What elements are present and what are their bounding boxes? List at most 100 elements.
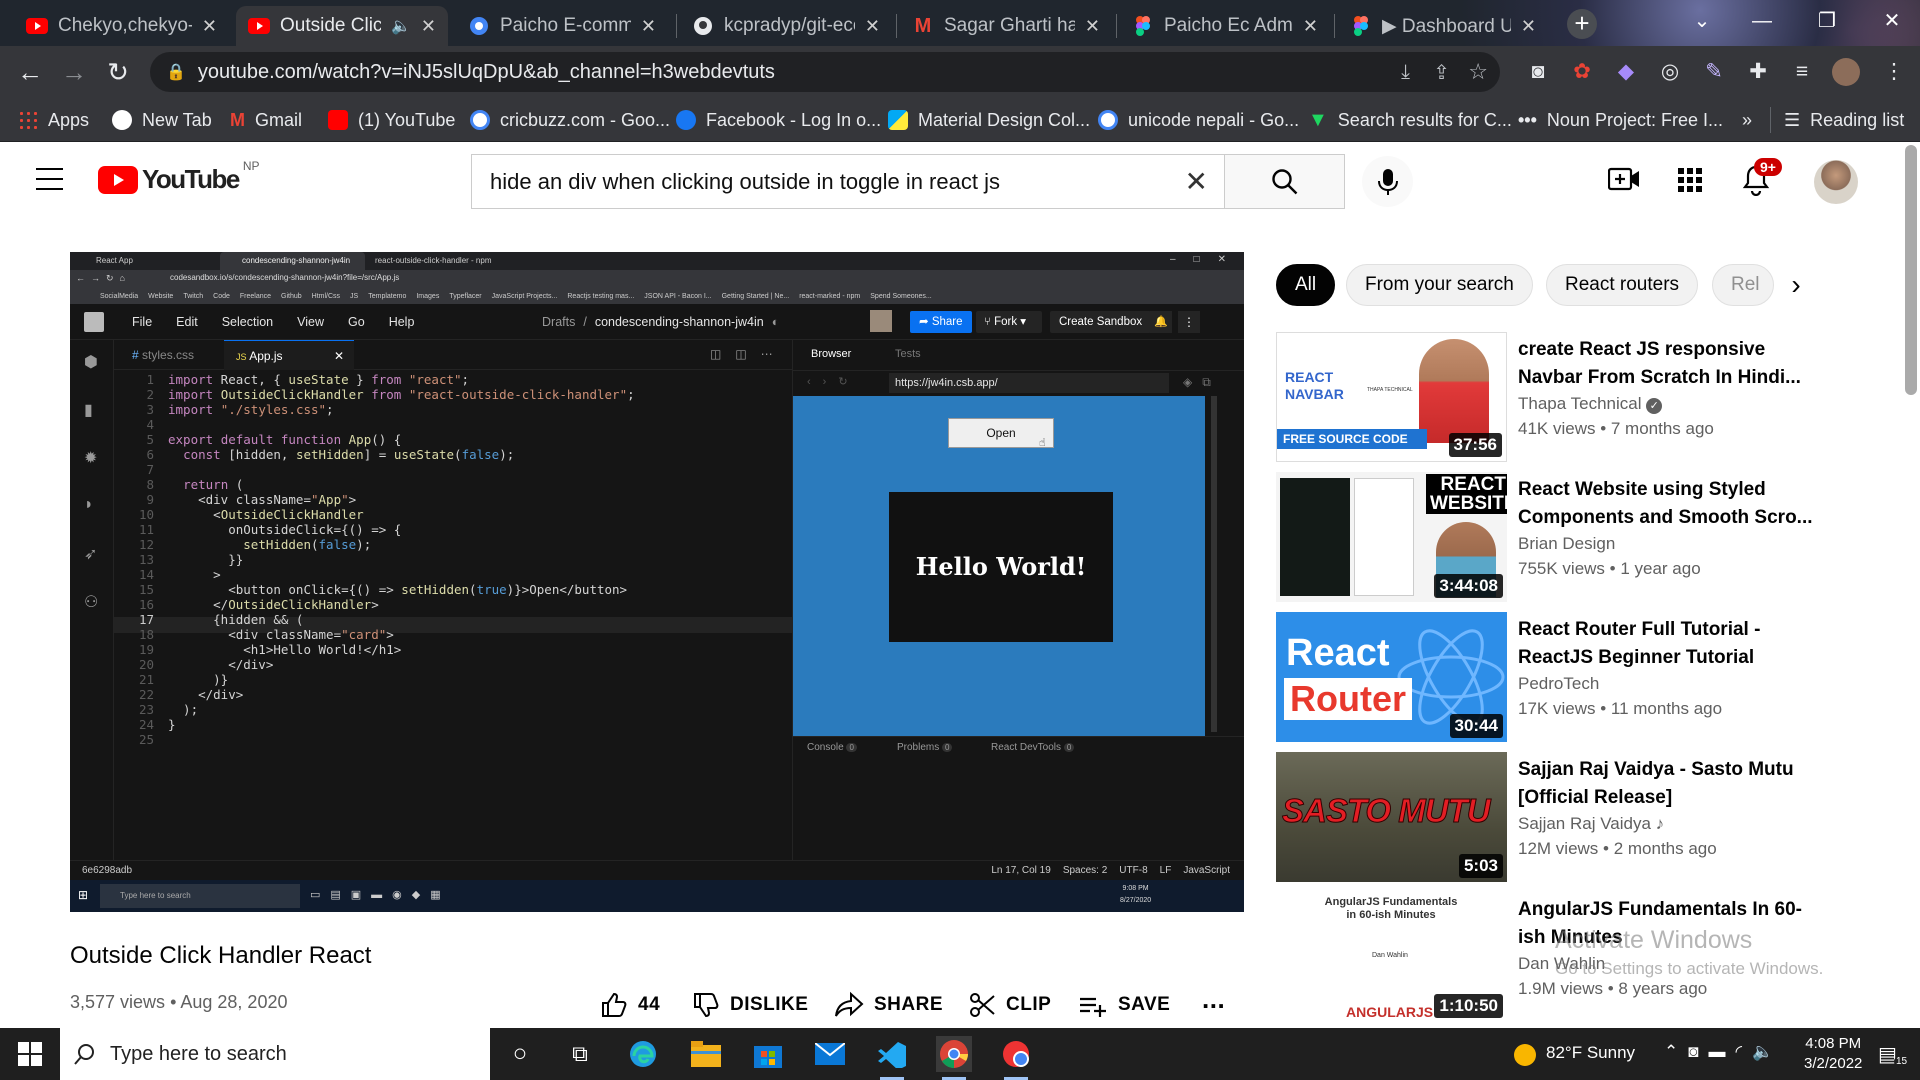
frame-bookmark[interactable]: SocialMedia (100, 293, 138, 300)
bookmark-material-design[interactable]: Material Design Col... (888, 98, 1090, 142)
frame-bookmark[interactable]: Twitch (183, 293, 203, 300)
bookmark-noun-project[interactable]: ••• Noun Project: Free I... (1518, 98, 1723, 142)
tab-problems[interactable]: Problems 0 (897, 742, 953, 753)
preview-nav-icons[interactable]: ‹›↻ (807, 375, 860, 388)
recommendation-title[interactable]: React Website using Styled Components an… (1518, 476, 1818, 532)
tray-icons[interactable]: ⌃◙▬◜🔈 (1664, 1042, 1783, 1062)
share-video-button[interactable]: SHARE (834, 990, 943, 1020)
media-control-icon[interactable]: ≡ (1788, 58, 1816, 86)
taskbar-search-input[interactable]: Type here to search (60, 1028, 490, 1080)
chip-rel[interactable]: Rel (1712, 264, 1774, 306)
video-thumbnail[interactable]: REACT NAVBAR THAPA TECHNICAL FREE SOURCE … (1276, 332, 1507, 462)
back-icon[interactable]: ← (10, 52, 50, 92)
settings-icon[interactable]: ✹ (84, 448, 97, 468)
tab-search-icon[interactable]: ⌄ (1675, 0, 1729, 42)
status-item[interactable]: LF (1160, 865, 1172, 876)
frame-bookmark[interactable]: Typeflacer (449, 293, 481, 300)
recommendation-item[interactable]: SASTO MUTU 5:03 Sajjan Raj Vaidya - Sast… (1276, 752, 1906, 882)
status-item[interactable]: UTF-8 (1119, 865, 1147, 876)
menu-item[interactable]: Help (389, 315, 415, 329)
recommendation-title[interactable]: React Router Full Tutorial - ReactJS Beg… (1518, 616, 1818, 672)
status-item[interactable]: Ln 17, Col 19 (991, 865, 1051, 876)
clear-search-icon[interactable]: ✕ (1185, 165, 1208, 198)
windows-start-icon[interactable] (12, 1036, 48, 1072)
close-tab-icon[interactable]: ✕ (1303, 16, 1318, 37)
close-tab-icon[interactable]: ✕ (865, 16, 880, 37)
channel-name[interactable]: Brian Design (1518, 534, 1615, 554)
recommendation-item[interactable]: React Router 30:44 React Router Full Tut… (1276, 612, 1906, 742)
tab-browser[interactable]: Browser (811, 348, 851, 360)
task-view-icon[interactable]: ⧉ (562, 1036, 598, 1072)
weather-sun-icon[interactable] (1514, 1044, 1536, 1066)
frame-bookmark[interactable]: Code (213, 293, 230, 300)
share-page-icon[interactable]: ⇪ (1433, 60, 1450, 85)
more-actions-icon[interactable]: ... (1202, 984, 1225, 1014)
preview-scrollbar[interactable] (1211, 396, 1217, 732)
frame-bookmark[interactable]: Images (416, 293, 439, 300)
minimize-button[interactable]: — (1735, 0, 1789, 42)
tab-app-js[interactable]: JS App.js ✕ (224, 340, 354, 370)
preview-frame[interactable]: Open ☝ Hello World! (793, 396, 1205, 736)
file-icon[interactable]: ▮ (84, 400, 93, 420)
channel-name[interactable]: PedroTech (1518, 674, 1599, 694)
frame-bookmark[interactable]: Website (148, 293, 173, 300)
recommendation-item[interactable]: REACTWEBSITE 3:44:08 React Website using… (1276, 472, 1906, 602)
frame-bookmark[interactable]: react-marked - npm (799, 293, 860, 300)
frame-bookmark[interactable]: Github (281, 293, 302, 300)
chip-react-routers[interactable]: React routers (1546, 264, 1699, 306)
breadcrumb-drafts[interactable]: Drafts (542, 315, 575, 329)
fork-button[interactable]: ⑂ Fork ▾ (976, 311, 1042, 333)
status-item[interactable]: JavaScript (1183, 865, 1230, 876)
bookmark-facebook[interactable]: Facebook - Log In o... (676, 98, 881, 142)
file-explorer-icon[interactable] (688, 1036, 724, 1072)
frame-bookmark[interactable]: JavaScript Projects... (492, 293, 558, 300)
video-player[interactable]: React App condescending-shannon-jw4in re… (70, 252, 1244, 912)
dislike-button[interactable]: DISLIKE (692, 990, 808, 1020)
status-item[interactable]: Spaces: 2 (1063, 865, 1107, 876)
microsoft-store-icon[interactable] (750, 1036, 786, 1072)
recommendation-title[interactable]: Sajjan Raj Vaidya - Sasto Mutu [Official… (1518, 756, 1818, 812)
color-extension-icon[interactable]: ✿ (1568, 58, 1596, 86)
tab-console[interactable]: Console 0 (807, 742, 857, 753)
page-scrollbar[interactable] (1905, 145, 1917, 395)
youtube-logo[interactable]: YouTube NP (98, 159, 260, 195)
edge-icon[interactable] (625, 1036, 661, 1072)
app-red-icon[interactable] (998, 1036, 1034, 1080)
windows-start-icon[interactable]: ⊞ (78, 888, 88, 902)
frame-bookmark[interactable]: Templatemo (368, 293, 406, 300)
code-editor[interactable]: 1 2 3 4 5 6 7 8 9 10 11 12 13 14 15 16 17 18 19 20 21 22 23 24 2… (114, 370, 792, 860)
rocket-icon[interactable]: ➶ (84, 544, 97, 564)
forward-icon[interactable]: → (54, 52, 94, 92)
bookmark-search-results[interactable]: ▼ Search results for C... (1308, 98, 1512, 142)
share-button[interactable]: ➦ Share (910, 311, 972, 333)
reading-list-button[interactable]: ☰ Reading list (1784, 98, 1904, 142)
bookmark-new-tab[interactable]: New Tab (112, 98, 212, 142)
menu-item[interactable]: View (297, 315, 324, 329)
camera-extension-icon[interactable]: ◙ (1524, 58, 1552, 86)
frame-bookmark[interactable]: Getting Started | Ne... (722, 293, 790, 300)
browser-tab[interactable]: Paicho Ec Admin ✕ (1120, 6, 1330, 46)
weather-text[interactable]: 82°F Sunny (1546, 1043, 1635, 1063)
frame-bookmark[interactable]: Html/Css (312, 293, 340, 300)
browser-tab[interactable]: kcpradyp/git-eco ✕ (680, 6, 892, 46)
apps-grid-icon[interactable] (1678, 168, 1702, 197)
recommendation-item[interactable]: REACT NAVBAR THAPA TECHNICAL FREE SOURCE … (1276, 332, 1906, 462)
video-thumbnail[interactable]: React Router 30:44 (1276, 612, 1507, 742)
install-icon[interactable]: ⤓ (1401, 61, 1410, 84)
account-avatar[interactable] (1814, 160, 1858, 204)
cortana-icon[interactable]: ○ (502, 1036, 538, 1072)
cube-icon[interactable]: ⬢ (84, 352, 98, 372)
project-name[interactable]: condescending-shannon-jw4in (595, 315, 764, 329)
frame-bookmark[interactable]: JS (350, 293, 358, 300)
browser-tab[interactable]: Paicho E-comme ✕ (456, 6, 668, 46)
video-thumbnail[interactable]: REACTWEBSITE 3:44:08 (1276, 472, 1507, 602)
speaker-icon[interactable]: 🔈 (391, 16, 411, 36)
github-icon[interactable]: ◗ (84, 496, 94, 514)
frame-search[interactable]: Type here to search (100, 884, 300, 908)
pen-extension-icon[interactable]: ✎ (1700, 58, 1728, 86)
frame-bookmark[interactable]: Reactjs testing mas... (567, 293, 634, 300)
browser-tab[interactable]: M Sagar Gharti has ✕ (900, 6, 1112, 46)
bell-icon[interactable]: 🔔 (1150, 311, 1172, 333)
close-tab-icon[interactable]: ✕ (202, 16, 217, 37)
editor-actions[interactable]: ◫◫⋯ (710, 347, 787, 361)
